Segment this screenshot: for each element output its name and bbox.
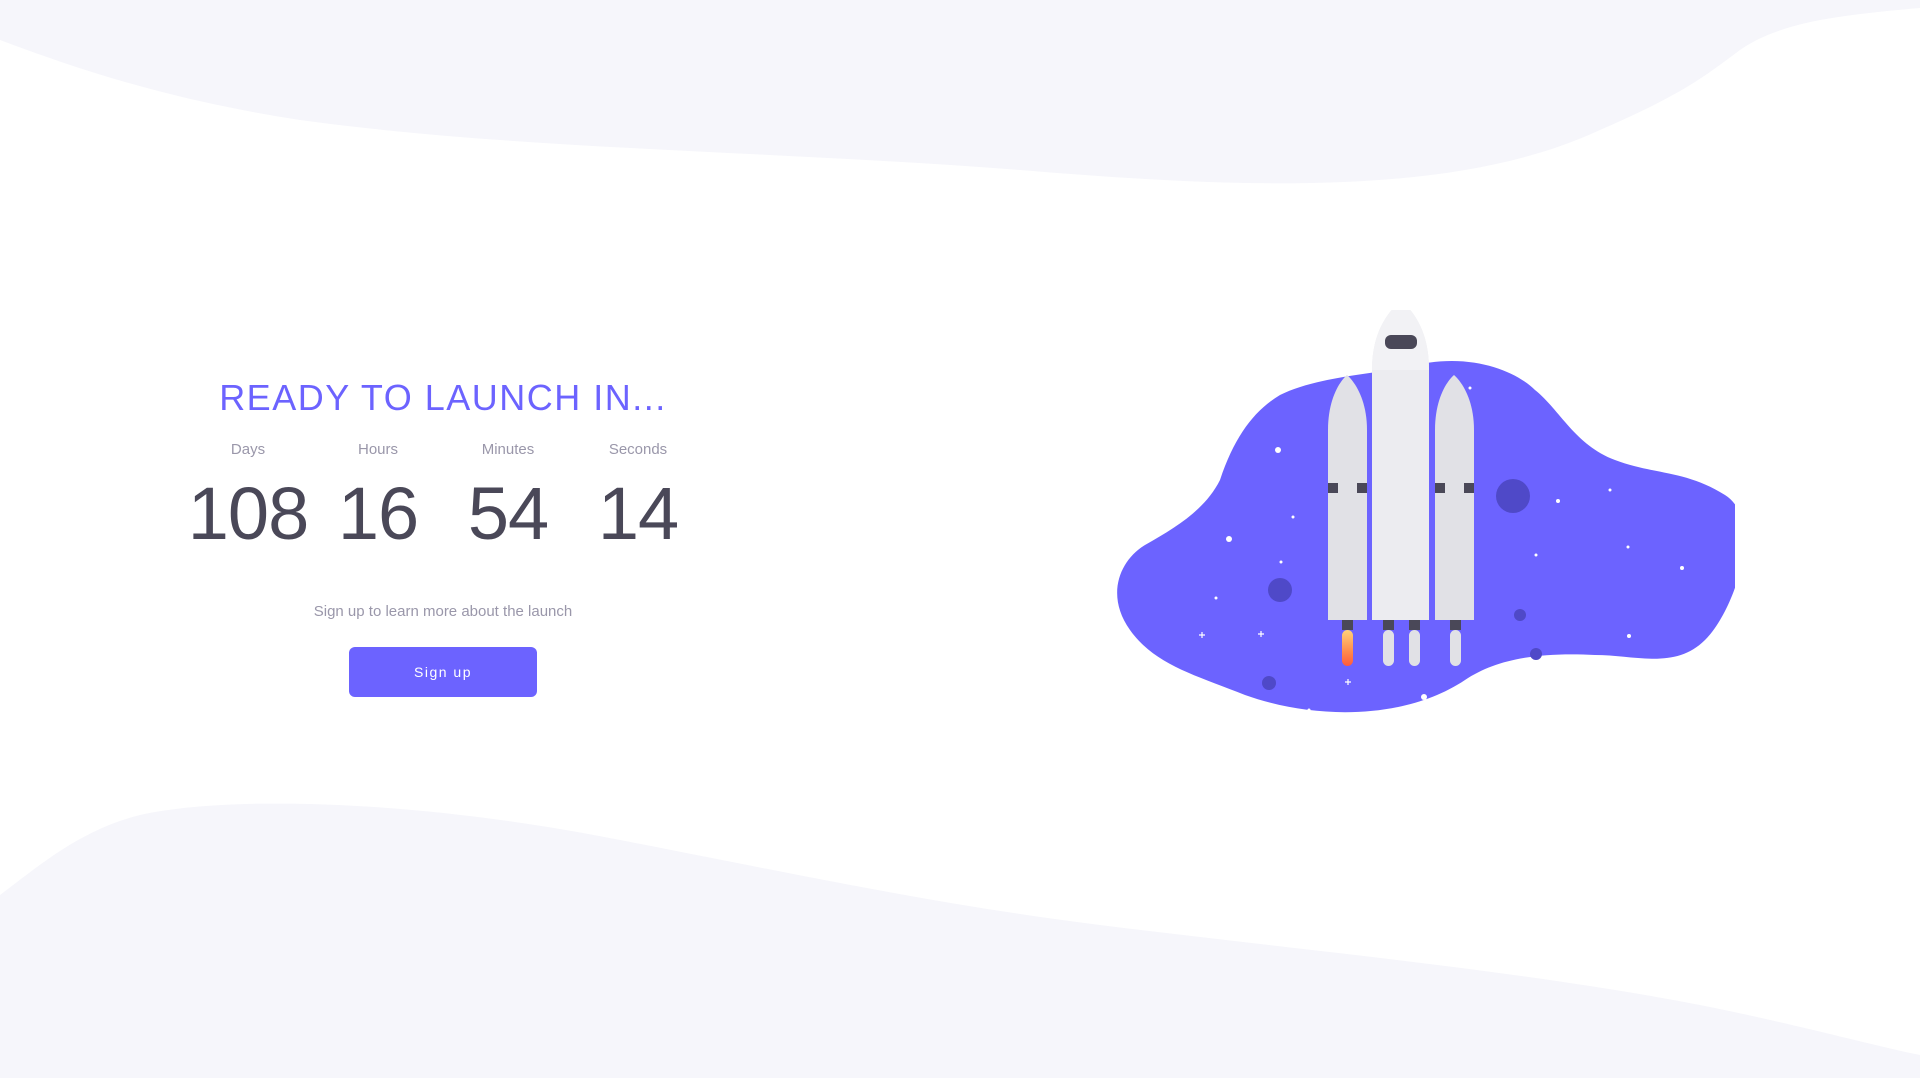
countdown-section: READY TO LAUNCH IN... Days 108 Hours 16 … xyxy=(143,374,743,697)
countdown-days: Days 108 xyxy=(183,440,313,554)
rocket-illustration xyxy=(1117,310,1735,713)
planet xyxy=(1262,676,1276,690)
days-label: Days xyxy=(230,441,266,458)
countdown-timer: Days 108 Hours 16 Minutes 54 Seconds 14 xyxy=(143,440,743,554)
planet xyxy=(1514,609,1526,621)
countdown-minutes: Minutes 54 xyxy=(443,440,573,554)
planet xyxy=(1496,479,1530,513)
bottom-wave xyxy=(0,803,1920,1078)
minutes-label: Minutes xyxy=(481,441,535,458)
countdown-seconds: Seconds 14 xyxy=(573,440,703,554)
top-wave xyxy=(0,0,1920,184)
hours-value: 16 xyxy=(337,472,419,555)
launch-page: READY TO LAUNCH IN... Days 108 Hours 16 … xyxy=(0,0,1920,1078)
signup-description: Sign up to learn more about the launch xyxy=(313,603,573,620)
page-title: READY TO LAUNCH IN... xyxy=(219,377,667,418)
seconds-label: Seconds xyxy=(608,441,668,458)
signup-button[interactable]: Sign up xyxy=(349,647,537,697)
planet xyxy=(1530,648,1542,660)
planet xyxy=(1268,578,1292,602)
seconds-value: 14 xyxy=(597,472,679,555)
days-value: 108 xyxy=(187,472,309,555)
hours-label: Hours xyxy=(357,441,398,458)
countdown-hours: Hours 16 xyxy=(313,440,443,554)
minutes-value: 54 xyxy=(467,472,549,555)
